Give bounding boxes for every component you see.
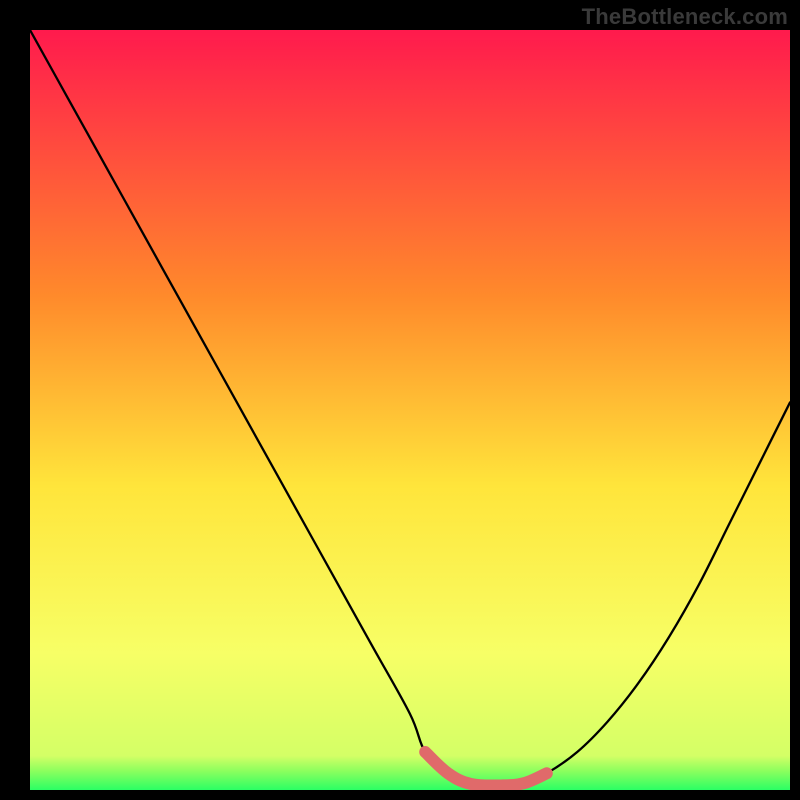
- gradient-background: [30, 30, 790, 790]
- watermark-text: TheBottleneck.com: [582, 4, 788, 30]
- bottleneck-chart: [30, 30, 790, 790]
- plot-area: [30, 30, 790, 790]
- chart-frame: TheBottleneck.com: [0, 0, 800, 800]
